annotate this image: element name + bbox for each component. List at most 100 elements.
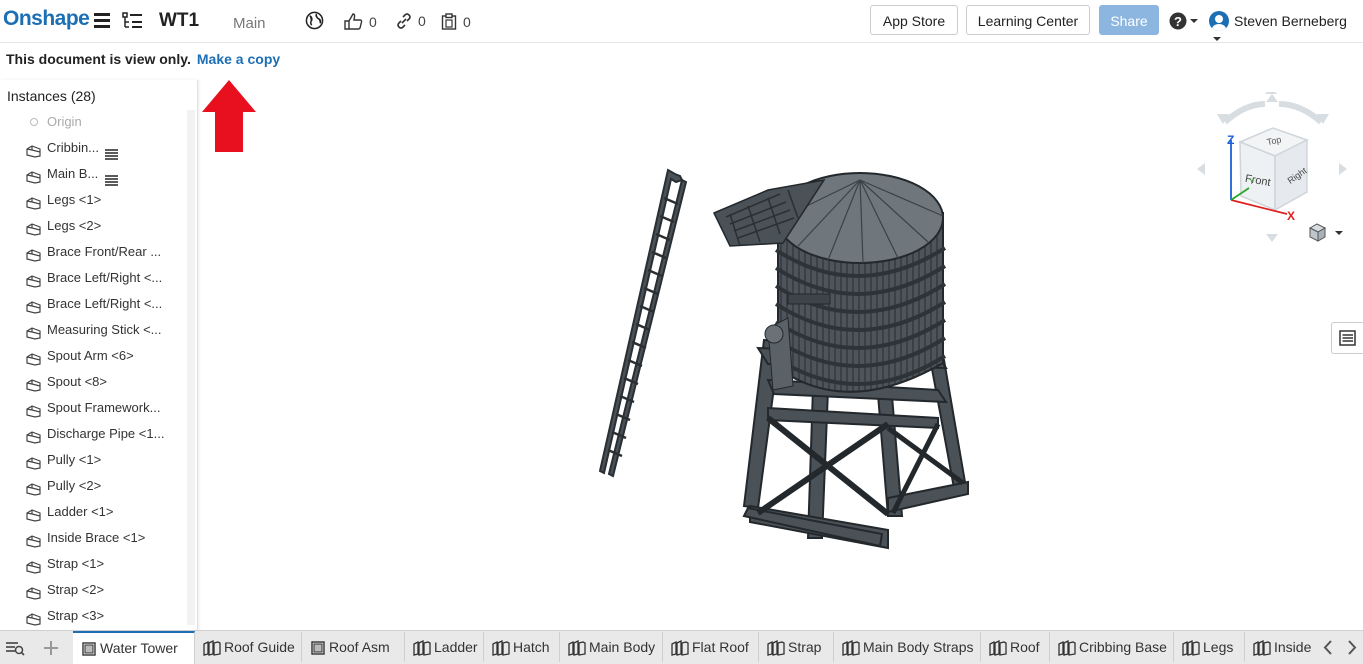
- instance-item[interactable]: Strap <3>: [0, 603, 190, 629]
- instance-item[interactable]: Strap <2>: [0, 577, 190, 603]
- part-instance-icon: [26, 375, 41, 392]
- axis-y-label: Y: [1249, 177, 1255, 186]
- side-panel-toggle-button[interactable]: [1331, 322, 1363, 354]
- copy-count[interactable]: 0: [441, 13, 471, 30]
- instance-item[interactable]: Legs <1>: [0, 187, 190, 213]
- instance-item[interactable]: Brace Left/Right <...: [0, 291, 190, 317]
- origin-icon: [30, 118, 38, 126]
- globe-icon[interactable]: [305, 11, 324, 30]
- instance-item[interactable]: Main B...: [0, 161, 190, 187]
- tab-flat-roof[interactable]: Flat Roof: [663, 632, 759, 662]
- part-studio-icon: [671, 639, 692, 656]
- origin-item[interactable]: Origin: [0, 109, 190, 135]
- workspace-name[interactable]: Main: [233, 15, 266, 32]
- part-instance-icon: [26, 505, 41, 522]
- part-instance-icon: [26, 349, 41, 366]
- scroll-right-icon[interactable]: [1342, 631, 1362, 664]
- instance-label: Strap <2>: [47, 582, 105, 597]
- instance-item[interactable]: Spout Arm <6>: [0, 343, 190, 369]
- part-instance-icon: [26, 271, 41, 288]
- tab-roof[interactable]: Roof: [981, 632, 1050, 662]
- link-count[interactable]: 0: [396, 13, 426, 29]
- instance-label: Spout <8>: [47, 374, 107, 389]
- water-tower-model[interactable]: [468, 118, 978, 588]
- tab-water-tower[interactable]: Water Tower: [73, 631, 195, 664]
- link-icon: [397, 13, 411, 29]
- tab-label: Roof: [1010, 639, 1040, 655]
- like-count[interactable]: 0: [344, 13, 377, 30]
- document-title[interactable]: WT1: [159, 10, 199, 32]
- hamburger-menu-icon[interactable]: [94, 13, 110, 29]
- instance-item[interactable]: Strap <1>: [0, 551, 190, 577]
- instance-list: Origin Cribbin... Main B... Legs <1> Legs <2…: [0, 109, 190, 629]
- tab-legs[interactable]: Legs: [1174, 632, 1245, 662]
- tab-main-body-straps[interactable]: Main Body Straps: [834, 632, 981, 662]
- part-instance-icon: [26, 479, 41, 496]
- instance-item[interactable]: Pully <1>: [0, 447, 190, 473]
- instance-item[interactable]: Brace Left/Right <...: [0, 265, 190, 291]
- part-instance-icon: [26, 323, 41, 340]
- feature-list-icon[interactable]: [122, 11, 144, 31]
- instance-item[interactable]: Inside Brace <1>: [0, 525, 190, 551]
- tab-roof-asm[interactable]: Roof Asm: [302, 632, 405, 662]
- instance-label: Legs <1>: [47, 192, 102, 207]
- tab-label: Flat Roof: [692, 639, 749, 655]
- learning-center-button[interactable]: Learning Center: [966, 5, 1090, 35]
- part-instance-icon: [26, 401, 41, 418]
- tab-label: Legs: [1203, 639, 1234, 655]
- assembly-icon: [81, 640, 100, 656]
- list-panel-icon: [1339, 330, 1356, 346]
- tab-label: Hatch: [513, 639, 550, 655]
- tab-main-body[interactable]: Main Body: [560, 632, 663, 662]
- avatar-icon: [1209, 11, 1229, 31]
- add-tab-icon[interactable]: [40, 637, 62, 659]
- scroll-left-icon[interactable]: [1318, 631, 1338, 664]
- tab-label: Ladder: [434, 639, 478, 655]
- tab-label: Main Body Straps: [863, 639, 974, 655]
- instances-title: Instances (28): [7, 88, 96, 104]
- view-options-dropdown[interactable]: [1307, 222, 1347, 244]
- onshape-logo[interactable]: Onshape: [3, 7, 90, 31]
- part-instance-icon: [26, 427, 41, 444]
- tab-bar: Water Tower Roof Guide Roof Asm Ladder Hatch…: [0, 630, 1363, 664]
- part-studio-icon: [1182, 639, 1203, 656]
- svg-text:?: ?: [1174, 14, 1182, 29]
- instance-label: Origin: [47, 114, 82, 129]
- instance-item[interactable]: Legs <2>: [0, 213, 190, 239]
- tab-list-icon[interactable]: [4, 637, 26, 659]
- instance-item[interactable]: Brace Front/Rear ...: [0, 239, 190, 265]
- part-instance-icon: [26, 141, 41, 158]
- part-studio-icon: [1058, 639, 1079, 656]
- instance-item[interactable]: Cribbin...: [0, 135, 190, 161]
- instance-item[interactable]: Discharge Pipe <1...: [0, 421, 190, 447]
- instance-label: Measuring Stick <...: [47, 322, 162, 337]
- instance-item[interactable]: Ladder <1>: [0, 499, 190, 525]
- instance-label: Legs <2>: [47, 218, 102, 233]
- tab-cribbing-base[interactable]: Cribbing Base: [1050, 632, 1174, 662]
- instance-label: Brace Front/Rear ...: [47, 244, 162, 259]
- app-store-button[interactable]: App Store: [870, 5, 958, 35]
- instance-item[interactable]: Spout <8>: [0, 369, 190, 395]
- clipboard-icon: [441, 13, 457, 30]
- tab-roof-guide[interactable]: Roof Guide: [195, 632, 302, 662]
- part-instance-icon: [26, 193, 41, 210]
- tab-scroll-controls: [1314, 631, 1363, 664]
- ladder: [598, 168, 688, 478]
- axis-x-label: X: [1287, 209, 1295, 223]
- instance-item[interactable]: Spout Framework...: [0, 395, 190, 421]
- instance-item[interactable]: Measuring Stick <...: [0, 317, 190, 343]
- instance-label: Brace Left/Right <...: [47, 296, 163, 311]
- part-instance-icon: [26, 245, 41, 262]
- part-studio-icon: [203, 639, 224, 656]
- tab-ladder[interactable]: Ladder: [405, 632, 484, 662]
- instance-list-panel: Instances (28) Origin Cribbin... Main B...…: [0, 80, 198, 630]
- tab-hatch[interactable]: Hatch: [484, 632, 560, 662]
- share-button[interactable]: Share: [1099, 5, 1159, 35]
- tab-strap[interactable]: Strap: [759, 632, 834, 662]
- instance-item[interactable]: Pully <2>: [0, 473, 190, 499]
- section-hatch-icon: [105, 169, 118, 186]
- help-icon[interactable]: ?: [1169, 11, 1201, 31]
- instance-label: Discharge Pipe <1...: [47, 426, 165, 441]
- instance-label: Inside Brace <1>: [47, 530, 146, 545]
- tab-inside[interactable]: Inside: [1245, 632, 1315, 662]
